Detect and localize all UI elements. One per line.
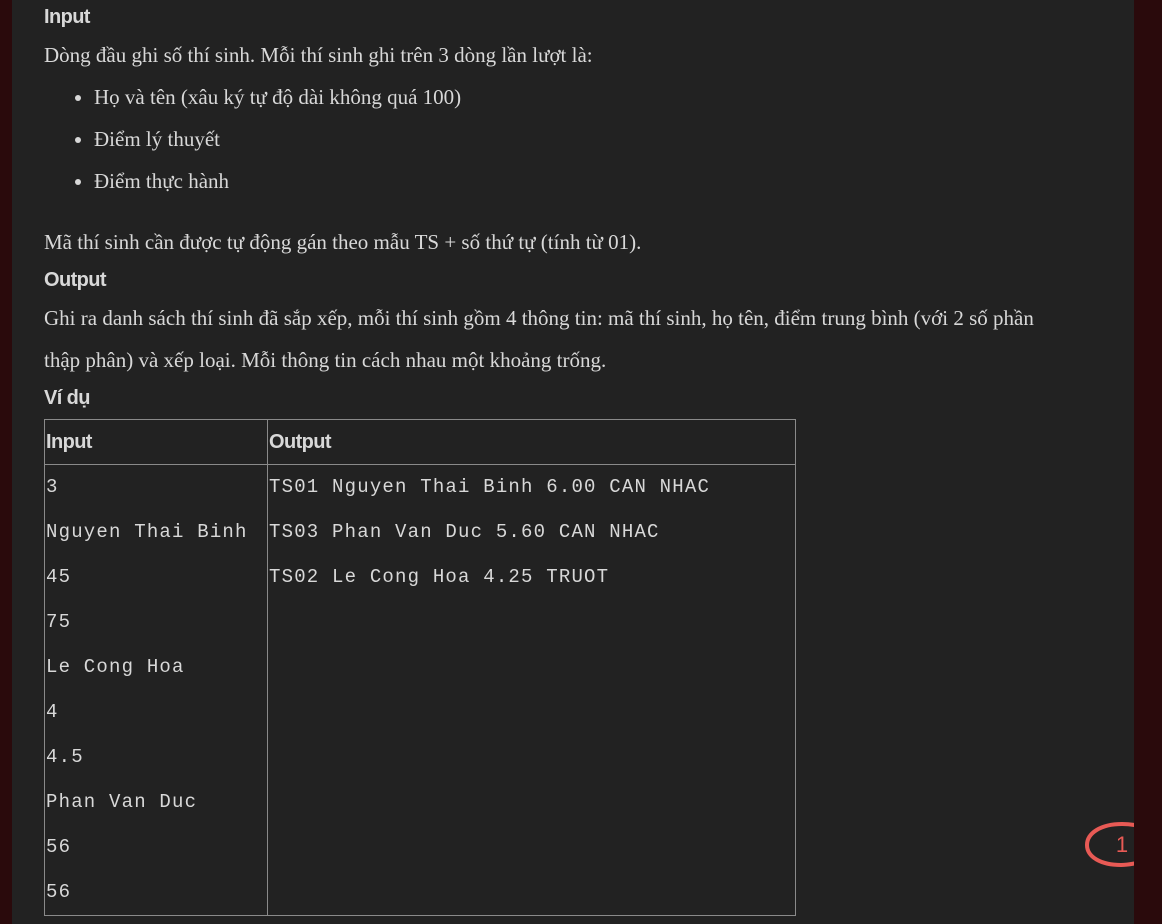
chat-unread-count: 1 bbox=[1115, 832, 1129, 857]
input-heading: Input bbox=[44, 6, 90, 28]
input-line: Le Cong Hoa bbox=[46, 656, 185, 678]
output-description-line: Ghi ra danh sách thí sinh đã sắp xếp, mỗ… bbox=[44, 306, 1034, 330]
example-table: Input Output 3 Nguyen Thai Binh 45 75 Le… bbox=[44, 419, 796, 916]
table-header-row: Input Output bbox=[44, 419, 796, 465]
input-line: Phan Van Duc bbox=[46, 791, 198, 813]
problem-page: Input Dòng đầu ghi số thí sinh. Mỗi thí … bbox=[12, 0, 1134, 924]
output-line: TS03 Phan Van Duc 5.60 CAN NHAC bbox=[269, 521, 660, 543]
problem-content: Input Dòng đầu ghi số thí sinh. Mỗi thí … bbox=[44, 0, 1114, 916]
input-line: 4.5 bbox=[46, 746, 84, 768]
output-description-line: thập phân) và xếp loại. Mỗi thông tin cá… bbox=[44, 348, 607, 372]
list-item: Họ và tên (xâu ký tự độ dài không quá 10… bbox=[94, 76, 1114, 118]
input-intro: Dòng đầu ghi số thí sinh. Mỗi thí sinh g… bbox=[44, 43, 593, 67]
chat-widget-button[interactable]: 1 bbox=[1084, 820, 1134, 890]
example-output-cell: TS01 Nguyen Thai Binh 6.00 CAN NHAC TS03… bbox=[267, 464, 796, 916]
example-output-header: Output bbox=[267, 419, 796, 465]
input-field-list: Họ và tên (xâu ký tự độ dài không quá 10… bbox=[44, 76, 1114, 202]
input-line: 56 bbox=[46, 836, 72, 858]
list-item: Điểm thực hành bbox=[94, 160, 1114, 202]
list-item: Điểm lý thuyết bbox=[94, 118, 1114, 160]
output-line: TS02 Le Cong Hoa 4.25 TRUOT bbox=[269, 566, 610, 588]
example-input-cell: 3 Nguyen Thai Binh 45 75 Le Cong Hoa 4 4… bbox=[44, 464, 268, 916]
example-input-header: Input bbox=[44, 419, 268, 465]
input-line: 45 bbox=[46, 566, 72, 588]
input-line: 56 bbox=[46, 881, 72, 903]
table-row: 3 Nguyen Thai Binh 45 75 Le Cong Hoa 4 4… bbox=[44, 464, 796, 916]
input-note: Mã thí sinh cần được tự động gán theo mẫ… bbox=[44, 230, 642, 254]
input-line: 4 bbox=[46, 701, 59, 723]
output-heading: Output bbox=[44, 269, 107, 291]
input-line: 75 bbox=[46, 611, 72, 633]
input-line: 3 bbox=[46, 476, 59, 498]
output-line: TS01 Nguyen Thai Binh 6.00 CAN NHAC bbox=[269, 476, 711, 498]
example-heading: Ví dụ bbox=[44, 387, 90, 409]
input-line: Nguyen Thai Binh bbox=[46, 521, 248, 543]
